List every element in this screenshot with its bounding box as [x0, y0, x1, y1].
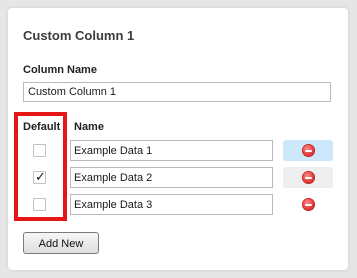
row-value-input[interactable] — [70, 140, 273, 161]
row-value-input[interactable] — [70, 167, 273, 188]
remove-circle-icon — [302, 144, 315, 157]
delete-row-button[interactable] — [283, 167, 333, 188]
default-column-header: Default — [23, 121, 61, 133]
default-checkbox[interactable] — [33, 198, 46, 211]
add-new-button[interactable]: Add New — [23, 232, 99, 254]
delete-row-button[interactable] — [283, 140, 333, 161]
custom-column-card: Custom Column 1 Column Name Default Name… — [8, 8, 348, 270]
card-title: Custom Column 1 — [23, 28, 135, 43]
checkmark-icon: ✓ — [35, 169, 46, 184]
default-checkbox[interactable]: ✓ — [33, 169, 46, 184]
table-row: ✓ — [8, 167, 348, 189]
remove-circle-icon — [302, 171, 315, 184]
delete-row-button[interactable] — [283, 194, 333, 215]
table-row — [8, 140, 348, 162]
column-name-label: Column Name — [23, 64, 97, 76]
row-value-input[interactable] — [70, 194, 273, 215]
column-name-input[interactable] — [23, 82, 331, 102]
table-row — [8, 194, 348, 216]
remove-circle-icon — [302, 198, 315, 211]
default-checkbox[interactable] — [33, 144, 46, 157]
name-column-header: Name — [74, 121, 104, 133]
